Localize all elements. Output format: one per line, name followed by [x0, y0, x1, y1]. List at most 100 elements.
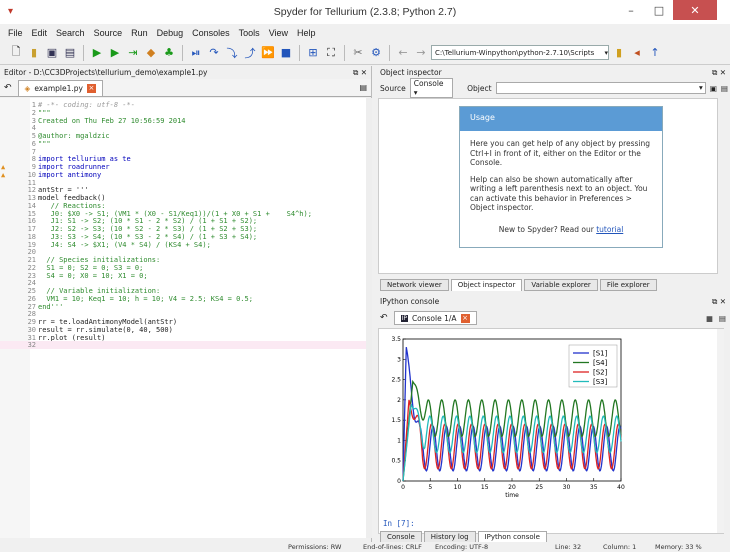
- pane-controls[interactable]: ⧉ ✕: [353, 68, 367, 78]
- editor-scrollbar[interactable]: [366, 98, 372, 538]
- tab-label: example1.py: [34, 84, 83, 93]
- status-memory: Memory: 33 %: [655, 543, 702, 551]
- tab-console-1a[interactable]: IP Console 1/A ×: [393, 311, 477, 325]
- tab-file-explorer[interactable]: File explorer: [599, 279, 657, 291]
- code-line: 26 VM1 = 10; Keq1 = 10; h = 10; V4 = 2.5…: [0, 295, 366, 303]
- options-icon[interactable]: ▤: [719, 314, 726, 323]
- x-tick-label: 15: [481, 484, 489, 491]
- menu-source[interactable]: Source: [94, 28, 123, 38]
- source-combo[interactable]: Console ▾: [409, 78, 454, 98]
- new-file-icon[interactable]: 🗋: [8, 45, 24, 61]
- editor-pane: Editor - D:\CC3DProjects\tellurium_demo\…: [0, 66, 372, 542]
- tab-object-inspector[interactable]: Object inspector: [450, 279, 523, 291]
- menu-tools[interactable]: Tools: [239, 28, 260, 38]
- y-tick-label: 3: [397, 356, 401, 363]
- console-prompt: In [7]:: [383, 519, 415, 528]
- menu-run[interactable]: Run: [131, 28, 148, 38]
- source-label: Source: [380, 83, 406, 93]
- code-line: 23 S4 = 0; X0 = 10; X1 = 0;: [0, 272, 366, 280]
- tab-network-viewer[interactable]: Network viewer: [380, 279, 449, 291]
- tab-example1[interactable]: ◈ example1.py ×: [17, 80, 103, 96]
- python-path-icon[interactable]: ⚙: [368, 45, 384, 61]
- pane-controls[interactable]: ⧉ ✕: [712, 68, 726, 78]
- tab-variable-explorer[interactable]: Variable explorer: [524, 279, 598, 291]
- menu-search[interactable]: Search: [56, 28, 85, 38]
- close-button[interactable]: ✕: [673, 0, 717, 20]
- run-configure-icon[interactable]: ▶: [107, 45, 123, 61]
- usage-paragraph-2: Help can also be shown automatically aft…: [470, 174, 648, 213]
- ipython-header: IPython console ⧉ ✕: [376, 295, 730, 308]
- menu-debug[interactable]: Debug: [157, 28, 184, 38]
- lock-icon[interactable]: ▣: [710, 84, 717, 93]
- console-scrollbar[interactable]: [717, 329, 724, 533]
- close-tab-icon[interactable]: ×: [460, 313, 470, 323]
- minimize-button[interactable]: –: [617, 0, 645, 20]
- step-into-icon[interactable]: ⤵: [224, 45, 240, 61]
- maximize-pane-icon[interactable]: ⊞: [305, 45, 321, 61]
- toolbar: 🗋 ▮ ▣ ▤ ▶ ▶ ⇥ ◆ ♣ ⏯ ↷ ⤵ ⤴ ⏩ ■ ⊞ ⛶ ✂ ⚙ ← …: [0, 41, 730, 65]
- toolbar-separator: [344, 44, 345, 61]
- step-return-icon[interactable]: ⤴: [242, 45, 258, 61]
- console-tab-label: Console 1/A: [411, 313, 457, 323]
- browse-tabs-icon[interactable]: ↶: [4, 83, 12, 93]
- code-line: 5 @author: mgaldzic: [0, 132, 366, 140]
- menu-consoles[interactable]: Consoles: [192, 28, 230, 38]
- parent-folder-icon[interactable]: ◂: [629, 45, 645, 61]
- save-all-icon[interactable]: ▤: [62, 45, 78, 61]
- debug-icon[interactable]: ◆: [143, 45, 159, 61]
- maximize-button[interactable]: □: [645, 0, 673, 20]
- browse-folder-icon[interactable]: ▮: [611, 45, 627, 61]
- code-line: 11: [0, 179, 366, 187]
- tutorial-prefix: New to Spyder? Read our: [498, 224, 597, 234]
- browse-tabs-icon[interactable]: ↶: [380, 313, 388, 323]
- continue-icon[interactable]: ⏩: [260, 45, 276, 61]
- options-menu-icon[interactable]: ▤: [359, 83, 367, 92]
- console-output[interactable]: 0 5 10 15 20 25 30 35 40 0 0.5 1 1.5 2 2.5 3 3.5 time [S1]…: [378, 328, 724, 534]
- object-input[interactable]: ▾: [495, 82, 706, 94]
- menu-help[interactable]: Help: [297, 28, 316, 38]
- usage-paragraph-3: New to Spyder? Read our tutorial: [470, 225, 652, 235]
- x-tick-label: 30: [563, 484, 571, 491]
- python-file-icon: ◈: [24, 84, 31, 93]
- preferences-icon[interactable]: ✂: [350, 45, 366, 61]
- pane-controls[interactable]: ⧉ ✕: [712, 297, 726, 307]
- x-tick-label: 5: [428, 484, 432, 491]
- source-combo-value: Console: [413, 79, 444, 88]
- toolbar-separator: [182, 44, 183, 61]
- code-line: 18 J3: S3 -> S4; (10 * S3 - 2 * S4) / (1…: [0, 233, 366, 241]
- code-line: 20: [0, 248, 366, 256]
- editor-tab-bar: ↶ ◈ example1.py × ▤: [0, 79, 371, 97]
- up-arrow-icon[interactable]: ↑: [647, 45, 663, 61]
- step-icon[interactable]: ↷: [206, 45, 222, 61]
- code-line: 31 rr.plot (result): [0, 334, 366, 342]
- options-icon[interactable]: ▤: [721, 84, 728, 93]
- forward-arrow-icon[interactable]: →: [413, 45, 429, 61]
- code-line: 13 model feedback(): [0, 194, 366, 202]
- debug-run-icon[interactable]: ⏯: [188, 45, 204, 61]
- stop-icon[interactable]: ■: [706, 314, 713, 323]
- status-bar: Permissions: RW End-of-lines: CRLF Encod…: [0, 542, 730, 552]
- menu-file[interactable]: File: [8, 28, 23, 38]
- run-icon[interactable]: ▶: [89, 45, 105, 61]
- working-directory-value: C:\Tellurium-Winpython\python-2.7.10\Scr…: [435, 48, 595, 57]
- profile-icon[interactable]: ♣: [161, 45, 177, 61]
- code-line: 7: [0, 148, 366, 156]
- menu-edit[interactable]: Edit: [32, 28, 48, 38]
- stop-debug-icon[interactable]: ■: [278, 45, 294, 61]
- working-directory-combo[interactable]: C:\Tellurium-Winpython\python-2.7.10\Scr…: [431, 45, 609, 60]
- code-line: 17 J2: S2 -> S3; (10 * S2 - 2 * S3) / (1…: [0, 225, 366, 233]
- title-bar: ▾ Spyder for Tellurium (2.3.8; Python 2.…: [0, 0, 730, 24]
- x-tick-label: 35: [590, 484, 598, 491]
- save-icon[interactable]: ▣: [44, 45, 60, 61]
- open-file-icon[interactable]: ▮: [26, 45, 42, 61]
- code-editor[interactable]: 1 # -*- coding: utf-8 -*- 2 """ 3 Created on …: [0, 98, 366, 538]
- run-selection-icon[interactable]: ⇥: [125, 45, 141, 61]
- back-arrow-icon[interactable]: ←: [395, 45, 411, 61]
- close-tab-icon[interactable]: ×: [86, 84, 96, 93]
- tutorial-link[interactable]: tutorial: [596, 225, 623, 234]
- menu-view[interactable]: View: [269, 28, 288, 38]
- fullscreen-icon[interactable]: ⛶: [323, 45, 339, 61]
- usage-paragraph-1: Here you can get help of any object by p…: [470, 139, 651, 167]
- usage-card: Usage Here you can get help of any objec…: [459, 106, 663, 248]
- code-line: 22 S1 = 0; S2 = 0; S3 = 0;: [0, 264, 366, 272]
